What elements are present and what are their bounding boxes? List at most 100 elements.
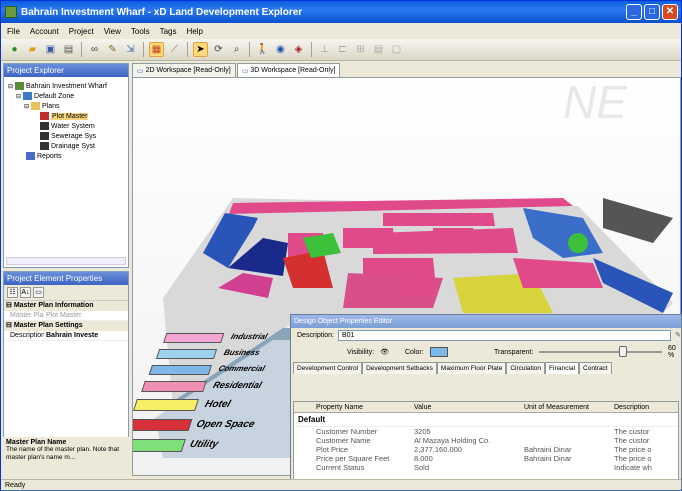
design-object-properties-editor: Design Object Properties Editor Descript…	[290, 314, 682, 489]
transparency-value: 60 %	[667, 345, 676, 359]
menu-help[interactable]: Help	[187, 27, 203, 36]
table-row[interactable]: Customer Name Al Mazaya Holding Co. The cu…	[294, 436, 678, 445]
tree-node-plot-master[interactable]: Plot Master	[6, 111, 126, 121]
table-row[interactable]: Price per Square Feet 8.000 Bahraini Dinar…	[294, 454, 678, 463]
properties-title: Project Element Properties	[4, 272, 128, 285]
project-icon	[15, 82, 25, 90]
tree-node-drainage[interactable]: Drainage Syst	[6, 141, 126, 151]
tree-node-zone[interactable]: ⊟ Default Zone	[6, 91, 126, 101]
project-tree: ⊟ Bahrain Investment Wharf ⊟ Default Zone …	[4, 77, 128, 165]
tree-node-project[interactable]: ⊟ Bahrain Investment Wharf	[6, 81, 126, 91]
legend-swatch-industrial	[163, 333, 225, 343]
properties-toolbar: ☷ A↓ ▭	[4, 285, 128, 301]
split-icon[interactable]: ⊏	[335, 42, 350, 57]
visibility-eye-icon[interactable]: 👁	[380, 348, 389, 356]
grid-icon[interactable]: ▦	[149, 42, 164, 57]
table-icon[interactable]: ▤	[371, 42, 386, 57]
legend-swatch-business	[155, 349, 218, 359]
project-explorer-panel: Project Explorer ⊟ Bahrain Investment Wha…	[3, 63, 129, 268]
layout-icon[interactable]: ⊥	[317, 42, 332, 57]
tab-contract[interactable]: Contract	[579, 362, 612, 374]
legend-swatch-hotel	[133, 399, 199, 411]
pointer-icon[interactable]: ➤	[193, 42, 208, 57]
snapshot-icon[interactable]: ◈	[291, 42, 306, 57]
grid-header: Property Name Value Unit of Measurement …	[294, 402, 678, 413]
rotate-icon[interactable]: ⟳	[211, 42, 226, 57]
color-swatch[interactable]	[429, 347, 449, 357]
menu-bar: File Account Project View Tools Tags Hel…	[1, 23, 681, 39]
plan-icon	[40, 132, 49, 140]
categorized-icon[interactable]: ☷	[7, 287, 18, 298]
window-title: Bahrain Investment Wharf - xD Land Devel…	[21, 6, 303, 18]
table-row[interactable]: Current Status Sold Indicate wh	[294, 463, 678, 472]
edit-icon[interactable]: ✎	[675, 331, 681, 339]
plan-icon	[40, 112, 49, 120]
description-input[interactable]: B01	[337, 329, 672, 341]
tab-maximum-floor-plate[interactable]: Maximum Floor Plate	[436, 362, 507, 374]
properties-grid: Property Name Value Unit of Measurement …	[293, 401, 679, 485]
tree-node-sewerage[interactable]: Sewerage Sys	[6, 131, 126, 141]
close-button[interactable]: ✕	[662, 4, 678, 20]
menu-project[interactable]: Project	[69, 27, 94, 36]
menu-tags[interactable]: Tags	[160, 27, 177, 36]
menu-file[interactable]: File	[7, 27, 20, 36]
tree-node-plans[interactable]: ⊟ Plans	[6, 101, 126, 111]
window-icon[interactable]: ▢	[389, 42, 404, 57]
tab-2d-workspace[interactable]: ▭ 2D Workspace [Read-Only]	[132, 63, 236, 77]
measure-icon[interactable]: ⟋	[167, 42, 182, 57]
table-row[interactable]: Customer Number 3205 The custor	[294, 427, 678, 436]
workspace-icon: ▭	[137, 67, 144, 75]
property-row[interactable]: Master Plan Plot Master	[4, 311, 128, 321]
property-category: ⊟ Master Plan Settings	[4, 321, 128, 331]
description-row: Description: B01 ✎	[297, 329, 681, 341]
open-icon[interactable]: ▰	[25, 42, 40, 57]
maximize-button[interactable]: □	[644, 4, 660, 20]
walk-icon[interactable]: 🚶	[255, 42, 270, 57]
tab-circulation[interactable]: Circulation	[506, 362, 546, 374]
minimize-button[interactable]: _	[626, 4, 642, 20]
menu-tools[interactable]: Tools	[131, 27, 150, 36]
tree-node-reports[interactable]: Reports	[6, 151, 126, 161]
legend-label: Commercial	[217, 364, 267, 373]
menu-view[interactable]: View	[104, 27, 121, 36]
title-bar: Bahrain Investment Wharf - xD Land Devel…	[1, 1, 681, 23]
zone-icon	[23, 92, 33, 100]
help-title: Master Plan Name	[6, 439, 67, 446]
export-icon[interactable]: ⇲	[123, 42, 138, 57]
column-unit[interactable]: Unit of Measurement	[524, 402, 614, 412]
menu-account[interactable]: Account	[30, 27, 59, 36]
app-window: Bahrain Investment Wharf - xD Land Devel…	[0, 0, 682, 490]
tool-icon[interactable]: ✎	[105, 42, 120, 57]
tree-node-water[interactable]: Water System	[6, 121, 126, 131]
column-value[interactable]: Value	[414, 402, 524, 412]
binoculars-icon[interactable]: ∞	[87, 42, 102, 57]
column-description[interactable]: Description	[614, 402, 678, 412]
alphabetical-icon[interactable]: A↓	[20, 287, 31, 298]
tab-development-setbacks[interactable]: Development Setbacks	[362, 362, 437, 374]
legend-label: Business	[222, 348, 262, 357]
eye-icon[interactable]: ◉	[273, 42, 288, 57]
legend-label: Utility	[188, 439, 220, 450]
table-row[interactable]: Plot Price 2,377,160.000 Bahraini Dinar The…	[294, 445, 678, 454]
print-icon[interactable]: ▤	[61, 42, 76, 57]
group-row[interactable]: Default	[294, 413, 678, 427]
tab-development-control[interactable]: Development Control	[293, 362, 363, 374]
save-icon[interactable]: ▣	[43, 42, 58, 57]
transparency-slider[interactable]	[539, 346, 662, 357]
editor-tabs: Development Control Development Setbacks…	[291, 362, 681, 374]
dimension-icon[interactable]: ⊞	[353, 42, 368, 57]
explorer-horizontal-scrollbar[interactable]	[6, 257, 126, 265]
property-category: ⊟ Master Plan Information	[4, 301, 128, 311]
project-explorer-title: Project Explorer	[4, 64, 128, 77]
legend-swatch-residential	[141, 381, 207, 392]
new-icon[interactable]: ●	[7, 42, 22, 57]
legend-label: Residential	[211, 380, 264, 390]
property-row[interactable]: Description Bahrain Investe	[4, 331, 128, 341]
zoom-icon[interactable]: ⌕	[229, 42, 244, 57]
tab-financial[interactable]: Financial	[545, 362, 580, 374]
folder-icon	[31, 102, 41, 110]
legend-swatch-open-space	[133, 419, 193, 431]
column-property-name[interactable]: Property Name	[294, 402, 414, 412]
tab-3d-workspace[interactable]: ▭ 3D Workspace [Read-Only]	[236, 63, 341, 77]
property-pages-icon[interactable]: ▭	[33, 287, 44, 298]
